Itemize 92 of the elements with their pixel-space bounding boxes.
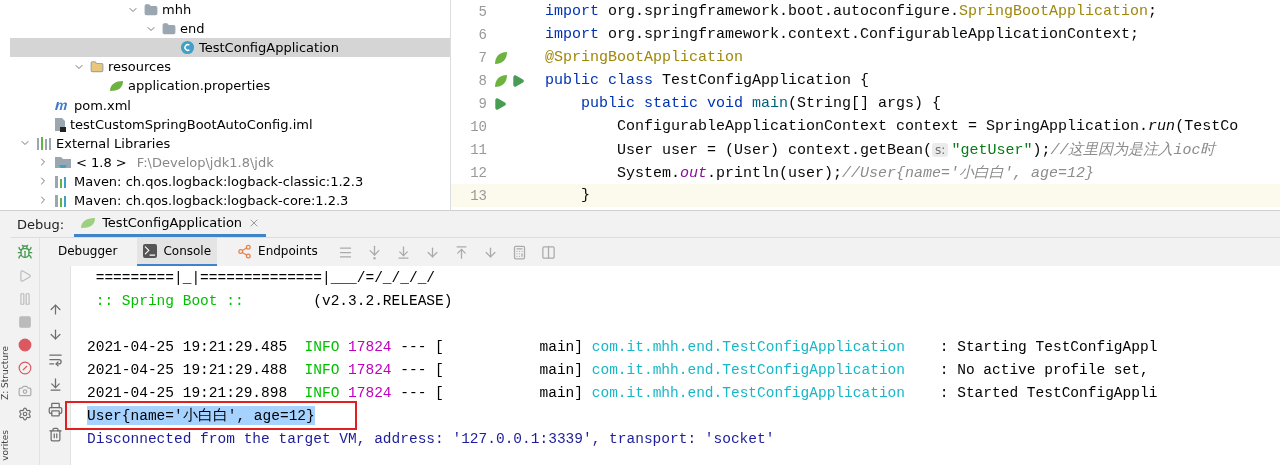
code-line: import org.springframework.boot.autoconfigure.SpringBootApplication; — [545, 3, 1158, 20]
log-logger: com.it.mhh.end.TestConfigApplication — [591, 338, 905, 355]
console-line: =========|_|==============|___/=/_/_/_/ — [94, 269, 436, 286]
package-icon — [144, 2, 158, 17]
line-number: 6 — [477, 26, 487, 43]
log-separator: --- [ — [400, 361, 444, 378]
tree-item[interactable]: mhh — [10, 0, 450, 20]
menu-icon[interactable] — [337, 244, 353, 260]
endpoints-icon — [237, 243, 253, 259]
folder-icon — [90, 59, 104, 74]
code-line: import org.springframework.context.ConfigurableApplicationContext; — [545, 26, 1140, 43]
stop-icon[interactable] — [18, 315, 32, 329]
log-logger: com.it.mhh.end.TestConfigApplication — [591, 384, 905, 401]
tree-item[interactable]: application.properties — [10, 76, 450, 96]
package-icon — [162, 21, 176, 36]
class-icon — [180, 40, 195, 56]
settings-icon[interactable] — [18, 407, 32, 421]
file-icon — [54, 116, 66, 132]
mute-breakpoints-icon[interactable] — [18, 361, 32, 375]
breakpoints-icon[interactable] — [18, 338, 32, 352]
terminal-icon — [143, 244, 158, 258]
log-level: INFO — [303, 338, 340, 355]
print-icon[interactable] — [47, 402, 63, 417]
console-text: :: Spring Boot :: — [94, 292, 245, 309]
folder-icon — [54, 155, 72, 170]
log-pid: 17824 — [348, 338, 392, 355]
line-number: 11 — [469, 141, 487, 158]
panel-tab[interactable]: Endpoints — [231, 238, 324, 266]
line-number: 7 — [477, 49, 487, 66]
trash-icon[interactable] — [47, 427, 63, 442]
log-separator: --- [ — [400, 338, 444, 355]
line-number: 13 — [469, 187, 487, 204]
camera-icon[interactable] — [18, 384, 32, 398]
library-icon — [36, 136, 52, 151]
log-level: INFO — [303, 384, 340, 401]
log-time: 2021-04-25 19:21:29.488 — [87, 361, 288, 378]
line-number: 9 — [477, 95, 487, 112]
log-logger: com.it.mhh.end.TestConfigApplication — [591, 361, 905, 378]
code-line: User user = (User) context.getBean( s: "getUser");//这里因为是注入ioc时 — [616, 140, 1216, 159]
soft-wrap-icon[interactable] — [47, 352, 63, 367]
log-time: 2021-04-25 19:21:29.898 — [87, 384, 288, 401]
panel-tab[interactable]: Console — [137, 238, 218, 266]
tree-item[interactable]: External Libraries — [10, 133, 450, 153]
line-number: 5 — [477, 3, 487, 20]
columns-icon[interactable] — [540, 244, 556, 260]
line-number: 8 — [477, 72, 487, 89]
run-icon[interactable] — [493, 96, 507, 111]
code-line: System.out.println(user);//User{name='小白白', age=12} — [616, 164, 1095, 182]
log-time: 2021-04-25 19:21:29.485 — [87, 338, 288, 355]
resume-icon[interactable] — [18, 269, 32, 283]
console-line: Disconnected from the target VM, address: '127.0.0.1:3339', transport: 'socket' — [87, 430, 775, 447]
line-number: 10 — [469, 118, 487, 135]
maven-icon — [54, 99, 70, 111]
leaf-icon — [80, 216, 97, 229]
panel-tab[interactable]: Debugger — [52, 238, 124, 266]
run-icon[interactable] — [511, 73, 525, 88]
tree-item[interactable]: < 1.8 > F:\Develop\jdk1.8\jdk — [10, 152, 450, 172]
log-pid: 17824 — [348, 384, 392, 401]
tree-item[interactable]: end — [10, 19, 450, 39]
pause-icon[interactable] — [18, 292, 32, 306]
code-line: ConfigurableApplicationContext context = SpringApplication.run(TestCo — [616, 118, 1239, 135]
tree-item[interactable]: pom.xml — [10, 95, 450, 115]
log-thread: main] — [538, 338, 584, 355]
arrow-down-icon[interactable] — [47, 327, 63, 342]
log-separator: --- [ — [400, 384, 444, 401]
code-line: public class TestConfigApplication { — [545, 72, 870, 89]
bug-icon[interactable] — [17, 244, 33, 260]
tree-item[interactable]: testCustomSpringBootAutoConfig.iml — [10, 114, 450, 134]
line-number: 12 — [469, 164, 487, 181]
tree-item[interactable]: TestConfigApplication — [10, 38, 450, 58]
tree-item[interactable]: resources — [10, 57, 450, 77]
log-message: : Starting TestConfigAppl — [938, 338, 1158, 355]
log-message: : No active profile set, — [938, 361, 1149, 378]
code-line: } — [580, 187, 590, 204]
calculator-icon[interactable] — [511, 244, 527, 260]
tree-item[interactable]: Maven: ch.qos.logback:logback-classic:1.2.3 — [10, 171, 450, 191]
code-line: public static void main(String[] args) { — [580, 95, 942, 112]
code-line: @SpringBootApplication — [545, 49, 744, 66]
console-text: (v2.3.2.RELEASE) — [312, 292, 453, 309]
log-level: INFO — [303, 361, 340, 378]
debug-label: Debug: — [17, 216, 65, 232]
bean-icon[interactable] — [493, 49, 509, 66]
log-message: : Started TestConfigAppli — [938, 384, 1158, 401]
leaf-icon — [108, 78, 124, 93]
tree-item[interactable]: Maven: ch.qos.logback:logback-core:1.2.3 — [10, 190, 450, 210]
console-output: User{name='小白白', age=12} — [87, 406, 315, 425]
side-tab[interactable]: Z: Structure — [0, 346, 11, 401]
bean-icon[interactable] — [493, 72, 509, 89]
log-thread: main] — [538, 361, 584, 378]
log-thread: main] — [538, 384, 584, 401]
log-pid: 17824 — [348, 361, 392, 378]
side-tab[interactable]: vorites — [0, 430, 11, 461]
